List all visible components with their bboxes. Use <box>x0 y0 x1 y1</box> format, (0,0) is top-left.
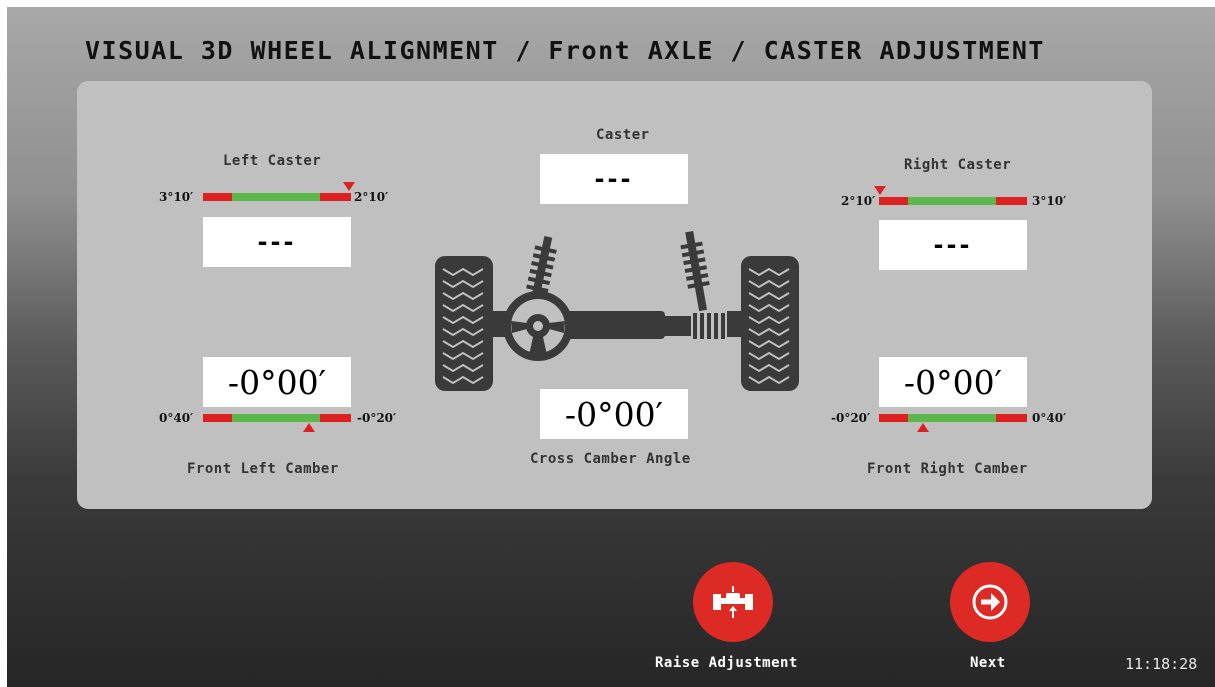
front-right-camber-scale-min: -0°20′ <box>831 411 871 425</box>
front-left-camber-scale-max: -0°20′ <box>357 411 397 425</box>
raise-adjustment-button[interactable] <box>693 562 773 642</box>
front-right-camber-scale <box>879 414 1027 422</box>
left-caster-label: Left Caster <box>223 153 322 169</box>
left-caster-scale-min: 3°10′ <box>159 190 194 204</box>
raise-adjustment-label[interactable]: Raise Adjustment <box>655 655 798 671</box>
front-left-camber-scale <box>203 414 351 422</box>
axle-steering-icon <box>435 231 799 391</box>
clock: 11:18:28 <box>1125 655 1198 673</box>
cross-camber-label: Cross Camber Angle <box>530 451 691 467</box>
cross-camber-value: -0°00′ <box>540 389 688 439</box>
right-caster-scale-max: 3°10′ <box>1032 194 1067 208</box>
front-left-camber-label: Front Left Camber <box>187 461 339 477</box>
front-left-camber-scale-min: 0°40′ <box>159 411 194 425</box>
caster-label: Caster <box>596 127 650 143</box>
front-right-camber-label: Front Right Camber <box>867 461 1028 477</box>
front-right-camber-value: -0°00′ <box>879 357 1027 407</box>
left-caster-scale <box>203 193 351 201</box>
app-screen: VISUAL 3D WHEEL ALIGNMENT / Front AXLE /… <box>7 7 1215 687</box>
lift-icon <box>713 586 753 618</box>
caster-value: --- <box>540 154 688 204</box>
front-left-camber-value: -0°00′ <box>203 357 351 407</box>
front-right-camber-indicator <box>917 423 929 432</box>
right-caster-label: Right Caster <box>904 157 1012 173</box>
right-caster-value: --- <box>879 220 1027 270</box>
measurement-panel: Left Caster 3°10′ 2°10′ --- Caster --- R… <box>77 81 1152 509</box>
right-caster-scale-min: 2°10′ <box>841 194 876 208</box>
next-label[interactable]: Next <box>970 655 1006 671</box>
next-button[interactable] <box>950 562 1030 642</box>
page-title: VISUAL 3D WHEEL ALIGNMENT / Front AXLE /… <box>85 36 1045 65</box>
right-caster-scale <box>879 197 1027 205</box>
left-caster-value: --- <box>203 217 351 267</box>
arrow-right-circle-icon <box>972 584 1008 620</box>
left-caster-scale-max: 2°10′ <box>354 190 389 204</box>
front-right-camber-scale-max: 0°40′ <box>1032 411 1067 425</box>
right-caster-indicator <box>874 186 886 195</box>
front-left-camber-indicator <box>303 423 315 432</box>
